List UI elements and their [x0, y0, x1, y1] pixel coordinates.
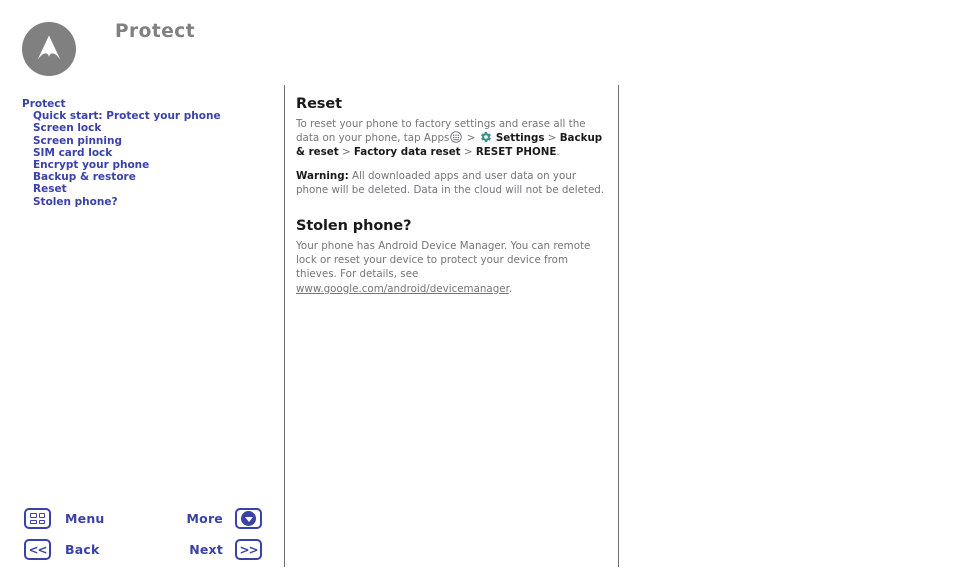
stolen-phone-paragraph: Your phone has Android Device Manager. Y…	[296, 239, 606, 296]
sidebar-item-backup-restore[interactable]: Backup & restore	[0, 171, 270, 183]
next-button[interactable]: Next >>	[189, 539, 262, 560]
stolen-phone-text: Your phone has Android Device Manager. Y…	[296, 240, 591, 281]
sidebar-item-protect[interactable]: Protect	[0, 98, 270, 110]
reset-separator-4: >	[463, 146, 473, 159]
menu-grid-icon	[24, 508, 51, 529]
section-title-reset: Reset	[296, 96, 342, 112]
next-glyph: >>	[239, 542, 258, 557]
bottom-navigation: Menu More << Back Next >>	[0, 505, 284, 575]
settings-bold-text: Settings	[495, 132, 545, 145]
reset-separator-2: >	[547, 132, 557, 145]
sidebar-item-screen-pinning[interactable]: Screen pinning	[0, 135, 270, 147]
sidebar-item-quick-start[interactable]: Quick start: Protect your phone	[0, 110, 270, 122]
more-button-label: More	[186, 511, 223, 526]
menu-button-label: Menu	[65, 511, 105, 526]
factory-data-reset-bold-text: Factory data reset	[353, 146, 461, 159]
warning-label: Warning:	[296, 169, 349, 182]
motorola-logo-icon	[22, 22, 76, 76]
sidebar-item-screen-lock[interactable]: Screen lock	[0, 122, 270, 134]
nav-row-menu-more: Menu More	[0, 508, 284, 539]
back-button-label: Back	[65, 542, 100, 557]
sidebar-item-reset[interactable]: Reset	[0, 183, 270, 195]
sidebar-item-encrypt-your-phone[interactable]: Encrypt your phone	[0, 159, 270, 171]
page-title: Protect	[115, 21, 196, 42]
reset-warning-paragraph: Warning: All downloaded apps and user da…	[296, 169, 606, 197]
reset-period: .	[556, 146, 560, 159]
settings-gear-icon	[480, 132, 491, 143]
reset-separator-3: >	[341, 146, 351, 159]
more-button[interactable]: More	[187, 508, 262, 529]
reset-phone-bold-text: RESET PHONE	[475, 146, 557, 159]
apps-grid-icon	[450, 131, 463, 143]
section-title-stolen-phone: Stolen phone?	[296, 218, 412, 235]
stolen-phone-period: .	[508, 282, 513, 295]
back-glyph: <<	[28, 542, 47, 557]
nav-row-back-next: << Back Next >>	[0, 539, 284, 570]
divider-left	[284, 85, 285, 567]
menu-button[interactable]: Menu	[24, 508, 105, 529]
sidebar-item-sim-card-lock[interactable]: SIM card lock	[0, 147, 270, 159]
divider-right	[618, 85, 619, 567]
previous-double-chevron-icon: <<	[24, 539, 51, 560]
device-manager-link[interactable]: www.google.com/android/devicemanager	[296, 283, 509, 295]
table-of-contents: Protect Quick start: Protect your phone …	[0, 98, 270, 208]
next-double-chevron-icon: >>	[235, 539, 262, 560]
back-button[interactable]: << Back	[24, 539, 100, 560]
more-circle-down-icon	[235, 508, 262, 529]
reset-separator-1: >	[466, 132, 476, 145]
next-button-label: Next	[189, 542, 223, 557]
page-header: Protect	[0, 0, 954, 85]
reset-instructions-paragraph: To reset your phone to factory settings …	[296, 117, 606, 160]
main-content: Reset To reset your phone to factory set…	[296, 96, 606, 296]
sidebar-item-stolen-phone[interactable]: Stolen phone?	[0, 196, 270, 208]
